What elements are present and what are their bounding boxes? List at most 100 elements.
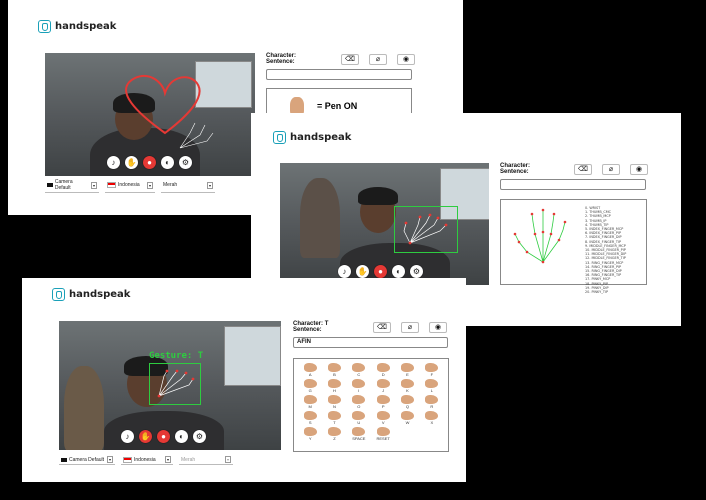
sign-label: Q	[405, 404, 410, 409]
brand-name: handspeak	[55, 21, 117, 32]
color-select[interactable]: Merah ▾	[179, 455, 233, 465]
sign-letter-b: B	[324, 363, 344, 377]
sentence-field[interactable]	[500, 179, 646, 190]
sign-letter-z: Z	[324, 427, 344, 441]
sign-label: T	[333, 420, 336, 425]
language-select[interactable]: Indonesia ▾	[121, 455, 173, 465]
options-bar: Camera Default ▾ Indonesia ▾ Merah ▾	[45, 178, 215, 193]
sign-letter-d: D	[373, 363, 393, 377]
sign-label: RESET	[376, 436, 390, 441]
sign-label: I	[358, 388, 360, 393]
text-actions: ⌫ ⌀ ◉	[574, 164, 648, 175]
sign-label: U	[357, 420, 361, 425]
camera-icon	[47, 183, 53, 187]
video-controls: ♪ ✋ ● ◐ ⚙	[338, 265, 423, 278]
sentence-field[interactable]	[266, 69, 412, 80]
speak-button[interactable]: ◉	[630, 164, 648, 175]
sign-letter-h: H	[324, 379, 344, 393]
hand-sign-icon	[303, 395, 317, 404]
sign-letter-v: V	[373, 411, 393, 425]
draw-button[interactable]: ◐	[161, 156, 174, 169]
hand-logo-icon	[52, 288, 65, 301]
sign-letter-m: M	[300, 395, 320, 409]
hand-sign-icon	[376, 411, 390, 420]
hand-mode-button[interactable]: ✋	[125, 156, 138, 169]
hand-mode-button[interactable]: ✋	[356, 265, 369, 278]
hand-sign-icon	[327, 363, 341, 372]
text-actions: ⌫ ⌀ ◉	[373, 322, 447, 333]
hand-mode-button[interactable]: ✋	[139, 430, 152, 443]
sign-label: R	[430, 404, 434, 409]
landmark-item: 7. INDEX_FINGER_DIP	[585, 235, 622, 240]
sign-letter-a: A	[300, 363, 320, 377]
settings-button[interactable]: ⚙	[179, 156, 192, 169]
sign-letter-l: L	[422, 379, 442, 393]
sign-label: C	[357, 372, 361, 377]
backspace-button[interactable]: ⌫	[574, 164, 592, 175]
sound-button[interactable]: ♪	[121, 430, 134, 443]
brand-name: handspeak	[69, 289, 131, 300]
sign-label: L	[430, 388, 433, 393]
sign-label: E	[406, 372, 409, 377]
sign-letter-e: E	[397, 363, 417, 377]
camera-select[interactable]: Camera Default ▾	[45, 178, 99, 193]
sign-letter-k: K	[397, 379, 417, 393]
hand-sign-icon	[400, 411, 414, 420]
hand-sign-icon	[303, 363, 317, 372]
color-select[interactable]: Merah ▾	[161, 178, 215, 193]
hand-sign-icon	[376, 395, 390, 404]
settings-button[interactable]: ⚙	[410, 265, 423, 278]
sign-letter-r: R	[422, 395, 442, 409]
app-logo[interactable]: handspeak	[52, 288, 130, 301]
sound-button[interactable]: ♪	[107, 156, 120, 169]
sign-letter-reset: RESET	[373, 427, 393, 441]
draw-button[interactable]: ◐	[175, 430, 188, 443]
alphabet-grid: A B C D E F G H I J K L M N O P Q R S T U V W X Y Z SPACE RESET	[294, 359, 448, 445]
hand-sign-icon	[303, 427, 317, 436]
sign-letter-g: G	[300, 379, 320, 393]
sign-letter-t: T	[324, 411, 344, 425]
sign-label: Z	[333, 436, 336, 441]
sign-label: M	[308, 404, 312, 409]
sign-label: V	[381, 420, 385, 425]
backspace-button[interactable]: ⌫	[341, 54, 359, 65]
sign-label: K	[406, 388, 409, 393]
sign-label: O	[357, 404, 361, 409]
erase-button[interactable]: ⌀	[369, 54, 387, 65]
brand-name: handspeak	[290, 132, 352, 143]
video-controls: ♪ ✋ ● ◐ ⚙	[121, 430, 206, 443]
sign-letter-s: S	[300, 411, 320, 425]
text-actions: ⌫ ⌀ ◉	[341, 54, 415, 65]
erase-button[interactable]: ⌀	[602, 164, 620, 175]
record-button[interactable]: ●	[157, 430, 170, 443]
hand-sign-icon	[352, 363, 366, 372]
landmark-reference-box: 0. WRIST 1. THUMB_CMC 2. THUMB_MCP 3. THUMB…	[500, 199, 647, 294]
sentence-field[interactable]: AFIN	[293, 337, 448, 348]
sign-label: SPACE	[352, 436, 366, 441]
hand-sign-icon	[303, 379, 317, 388]
sign-label: A	[308, 372, 312, 377]
camera-select[interactable]: Camera Default ▾	[59, 455, 115, 465]
sign-label: J	[382, 388, 385, 393]
hand-sign-icon	[425, 411, 439, 420]
speak-button[interactable]: ◉	[397, 54, 415, 65]
speak-button[interactable]: ◉	[429, 322, 447, 333]
record-button[interactable]: ●	[143, 156, 156, 169]
sign-letter-i: I	[349, 379, 369, 393]
hand-sign-icon	[400, 363, 414, 372]
sign-label: G	[308, 388, 312, 393]
sign-letter-f: F	[422, 363, 442, 377]
record-button[interactable]: ●	[374, 265, 387, 278]
sound-button[interactable]: ♪	[338, 265, 351, 278]
app-logo[interactable]: handspeak	[273, 131, 351, 144]
sign-label: D	[381, 372, 385, 377]
screenshot-gesture: handspeak Gesture: T ♪ ✋ ● ◐ ⚙ Camera De…	[22, 278, 466, 482]
app-logo[interactable]: handspeak	[38, 20, 116, 33]
settings-button[interactable]: ⚙	[193, 430, 206, 443]
camera-feed: ♪ ✋ ● ◐ ⚙	[45, 53, 255, 176]
backspace-button[interactable]: ⌫	[373, 322, 391, 333]
erase-button[interactable]: ⌀	[401, 322, 419, 333]
hand-landmark-diagram	[513, 208, 567, 264]
draw-button[interactable]: ◐	[392, 265, 405, 278]
language-select[interactable]: Indonesia ▾	[105, 178, 155, 193]
